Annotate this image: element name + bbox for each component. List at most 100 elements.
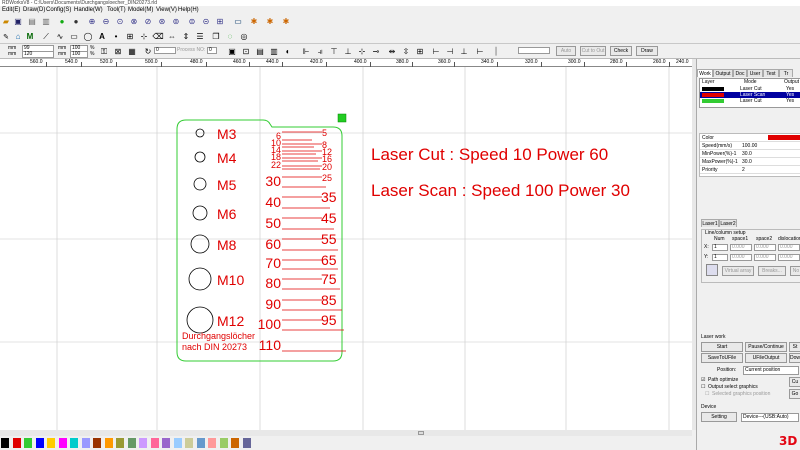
distribute-v-icon[interactable]: ⊣ bbox=[444, 45, 456, 58]
weld-icon[interactable]: ◐ bbox=[282, 45, 294, 58]
group-icon[interactable]: ▤ bbox=[254, 45, 266, 58]
scale-h-field[interactable]: 100 bbox=[70, 51, 88, 58]
laser-star-icon[interactable]: ✱ bbox=[248, 15, 260, 28]
import-icon[interactable]: ▤ bbox=[26, 15, 38, 28]
palette-swatch[interactable] bbox=[24, 438, 32, 448]
prop-value[interactable]: 30.0 bbox=[742, 150, 752, 158]
tab-user[interactable]: User bbox=[747, 69, 763, 77]
y-num-field[interactable]: 1 bbox=[712, 254, 728, 261]
mode-m-icon[interactable]: M bbox=[24, 30, 36, 43]
menu-config[interactable]: Config(S) bbox=[46, 6, 71, 14]
check-button[interactable]: Check bbox=[610, 46, 632, 56]
tab-transform[interactable]: Tr bbox=[779, 69, 793, 77]
menu-draw[interactable]: Draw(D) bbox=[23, 6, 45, 14]
menu-help[interactable]: Help(H) bbox=[178, 6, 199, 14]
stop-button[interactable]: St bbox=[789, 342, 800, 352]
array-grid-icon[interactable] bbox=[706, 264, 718, 276]
text-tool-icon[interactable]: A bbox=[96, 30, 108, 43]
x-space1-field[interactable]: 0.000 bbox=[730, 244, 752, 251]
prop-value[interactable]: 2 bbox=[742, 166, 745, 174]
close-curve-icon[interactable]: ◌ bbox=[224, 30, 236, 43]
save-to-ufile-button[interactable]: SaveToUFile bbox=[701, 353, 743, 363]
same-width-icon[interactable]: ⇹ bbox=[386, 45, 398, 58]
offset-icon[interactable]: ◎ bbox=[238, 30, 250, 43]
palette-swatch[interactable] bbox=[35, 438, 44, 448]
x-dislocation-field[interactable]: 0.000 bbox=[778, 244, 800, 251]
palette-swatch[interactable] bbox=[1, 438, 9, 448]
tab-doc[interactable]: Doc bbox=[733, 69, 747, 77]
palette-swatch[interactable] bbox=[81, 438, 90, 448]
x-num-field[interactable]: 1 bbox=[712, 244, 728, 251]
hole-circle[interactable] bbox=[192, 205, 208, 221]
position-select[interactable]: Current position bbox=[743, 366, 799, 375]
palette-swatch[interactable] bbox=[104, 438, 113, 448]
go-button[interactable]: Go bbox=[789, 389, 800, 399]
delete-icon[interactable]: ⌫ bbox=[152, 30, 164, 43]
align-left-icon[interactable]: ⊩ bbox=[300, 45, 312, 58]
download-button[interactable]: Dow bbox=[789, 353, 800, 363]
path-optimize-checkbox[interactable]: ☑ bbox=[701, 377, 705, 384]
lock-ratio-icon[interactable]: ⊠ bbox=[112, 45, 124, 58]
menu-edit[interactable]: Edit(E) bbox=[2, 6, 20, 14]
align-bottom-icon[interactable]: ⊥ bbox=[342, 45, 354, 58]
zoom-in-icon[interactable]: ⊕ bbox=[86, 15, 98, 28]
line-icon[interactable]: ⟋ bbox=[40, 30, 52, 43]
x-space2-field[interactable]: 0.000 bbox=[754, 244, 776, 251]
start-button[interactable]: Start bbox=[701, 342, 743, 352]
tab-laser2[interactable]: Laser2 bbox=[719, 219, 737, 227]
selected-position-checkbox[interactable]: ☐ bbox=[705, 391, 709, 398]
align-mid-icon[interactable]: ⊥ bbox=[458, 45, 470, 58]
same-height-icon[interactable]: ⇳ bbox=[400, 45, 412, 58]
menu-view[interactable]: View(V) bbox=[156, 6, 177, 14]
rotate-icon[interactable]: ↻ bbox=[142, 45, 154, 58]
output-select-checkbox[interactable]: ☐ bbox=[701, 384, 705, 391]
tab-laser1[interactable]: Laser1 bbox=[701, 219, 719, 227]
ungroup-icon[interactable]: ▥ bbox=[268, 45, 280, 58]
prop-color-swatch[interactable] bbox=[768, 135, 800, 140]
menu-model[interactable]: Model(M) bbox=[128, 6, 153, 14]
cut-button[interactable]: Cu bbox=[789, 377, 800, 387]
pause-continue-button[interactable]: Pause/Continue bbox=[745, 342, 787, 352]
mirror-h-icon[interactable]: ⇔ bbox=[166, 30, 178, 43]
device-select[interactable]: Device---(USB:Auto) bbox=[741, 413, 799, 422]
prop-priority-row[interactable]: Priority 2 bbox=[700, 166, 800, 174]
settings-circle-icon[interactable]: ● bbox=[70, 15, 82, 28]
tab-test[interactable]: Test bbox=[763, 69, 779, 77]
process-no-field[interactable]: 0 bbox=[207, 47, 217, 54]
export-icon[interactable]: ▥ bbox=[40, 15, 52, 28]
zoom-select-icon[interactable]: ⊘ bbox=[142, 15, 154, 28]
virtual-array-button[interactable]: Virtual array bbox=[722, 266, 754, 276]
laser-star-icon-2[interactable]: ✱ bbox=[264, 15, 276, 28]
scroll-thumb[interactable] bbox=[418, 431, 424, 435]
prop-maxpower-row[interactable]: MaxPower(%)-1 30.0 bbox=[700, 158, 800, 166]
selection-handle[interactable] bbox=[337, 113, 347, 123]
palette-swatch[interactable] bbox=[231, 438, 239, 448]
lock-icon[interactable]: ⚿ bbox=[98, 45, 110, 58]
ufile-output-button[interactable]: UFileOutput bbox=[745, 353, 787, 363]
move-icon[interactable]: ⊡ bbox=[240, 45, 252, 58]
hole-circle[interactable] bbox=[186, 306, 214, 334]
tab-output[interactable]: Output bbox=[713, 69, 733, 77]
layer-icon[interactable]: ▣ bbox=[226, 45, 238, 58]
align-top-icon[interactable]: ⊤ bbox=[328, 45, 340, 58]
edge-icon[interactable]: ⏐ bbox=[490, 45, 502, 58]
palette-swatch[interactable] bbox=[219, 438, 228, 448]
array-icon[interactable]: ⊞ bbox=[214, 15, 226, 28]
zoom-page-icon[interactable]: ⊗ bbox=[128, 15, 140, 28]
work-canvas[interactable]: 6 10 14 18 22 30 40 50 60 70 80 90 100 110 5 8 12 16 20 25… bbox=[0, 67, 692, 430]
hole-circle[interactable] bbox=[194, 151, 206, 163]
hole-circle[interactable] bbox=[193, 177, 207, 191]
palette-swatch[interactable] bbox=[116, 438, 124, 448]
auto-button[interactable]: Auto bbox=[556, 46, 576, 56]
cut-to-out-button[interactable]: Cut to Out bbox=[580, 46, 606, 56]
prop-value[interactable]: 30.0 bbox=[742, 158, 752, 166]
align-center-icon[interactable]: ⊹ bbox=[356, 45, 368, 58]
no-button[interactable]: No bbox=[790, 266, 800, 276]
palette-swatch[interactable] bbox=[47, 438, 55, 448]
palette-swatch[interactable] bbox=[242, 438, 251, 448]
monitor-icon[interactable]: ▭ bbox=[232, 15, 244, 28]
laser-star-icon-3[interactable]: ✱ bbox=[280, 15, 292, 28]
rotate-field[interactable]: 0 bbox=[154, 47, 176, 54]
draw-button[interactable]: Draw bbox=[636, 46, 658, 56]
align-icon[interactable]: ☰ bbox=[194, 30, 206, 43]
